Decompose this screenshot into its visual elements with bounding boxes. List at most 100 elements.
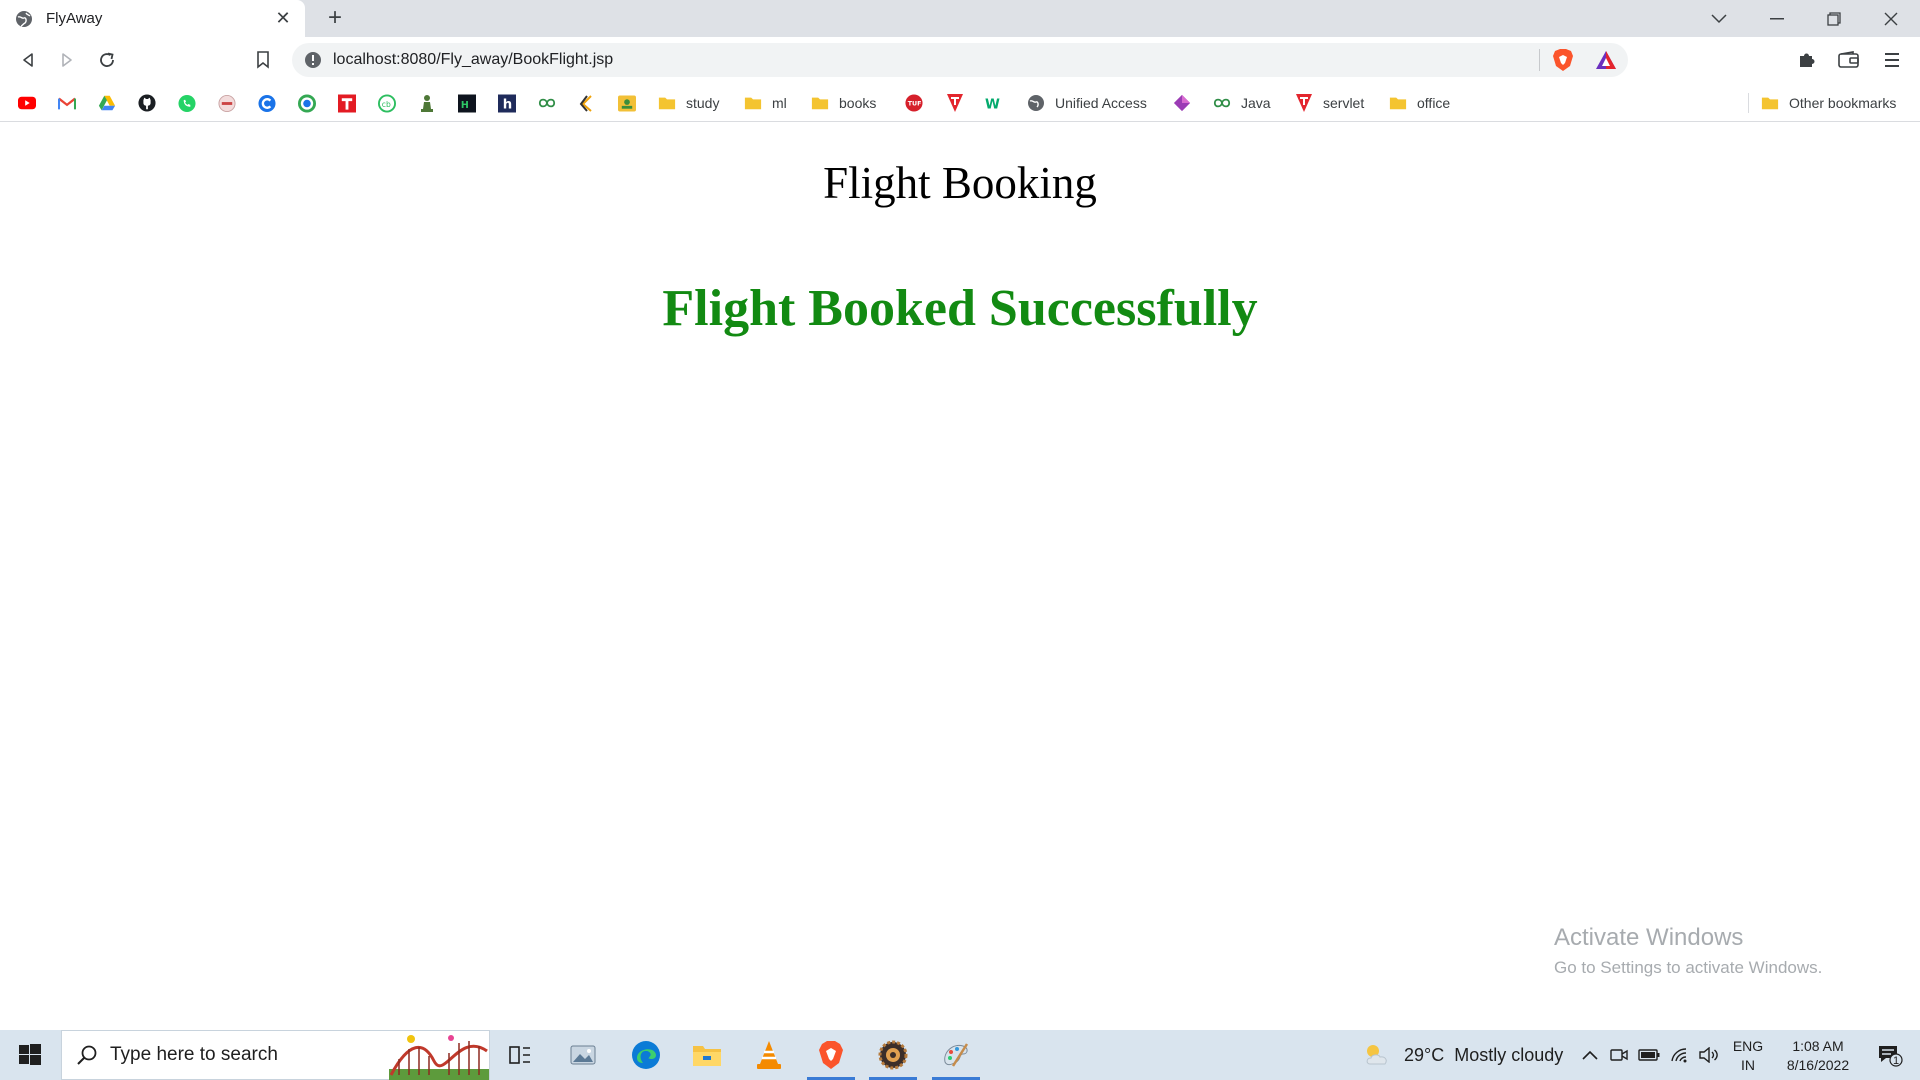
whatsapp-icon (178, 94, 196, 112)
taskbar-app-brave[interactable] (803, 1030, 859, 1080)
brave-icon (819, 1041, 843, 1069)
extensions-puzzle-icon[interactable] (1792, 45, 1822, 75)
bookmark-site-16[interactable] (618, 92, 636, 114)
bookmark-gmail[interactable] (58, 92, 76, 114)
taskbar-app-file-explorer[interactable] (679, 1030, 735, 1080)
tab-search-chevron-icon[interactable] (1690, 0, 1747, 37)
bookmark-github[interactable] (138, 92, 156, 114)
taskbar-app-vlc[interactable] (741, 1030, 797, 1080)
bookmark-site-10[interactable]: cb (378, 92, 396, 114)
svg-text:W: W (985, 96, 1000, 111)
language-code: ENG (1732, 1038, 1764, 1054)
start-button[interactable] (2, 1030, 58, 1080)
bookmark-site-11[interactable] (418, 92, 436, 114)
new-tab-button[interactable]: + (320, 3, 350, 33)
bookmark-gfg[interactable] (538, 92, 556, 114)
bookmark-site-6[interactable] (218, 92, 236, 114)
bookmark-label: Unified Access (1055, 95, 1147, 111)
bookmark-site-diamond[interactable] (1173, 92, 1191, 114)
geeksforgeeks-icon (538, 94, 556, 112)
bookmark-label: servlet (1323, 95, 1365, 111)
battery-icon (1638, 1049, 1660, 1061)
bookmark-folder-ml[interactable]: ml (744, 92, 787, 114)
bookmark-hashnode[interactable]: h (498, 92, 516, 114)
bookmark-w3schools[interactable]: W (985, 92, 1003, 114)
taskbar-search-box[interactable]: Type here to search (61, 1030, 490, 1080)
bookmarks-bar: cb H h study ml books TUF W Unified Acce… (0, 83, 1920, 122)
globe-icon (1027, 94, 1045, 112)
bookmark-site-7[interactable] (258, 92, 276, 114)
url-text: localhost:8080/Fly_away/BookFlight.jsp (333, 51, 614, 68)
bookmark-folder-office[interactable]: office (1389, 92, 1450, 114)
other-bookmarks[interactable]: Other bookmarks (1761, 92, 1896, 114)
forward-button[interactable] (52, 45, 82, 75)
taskbar-app-paint[interactable] (928, 1030, 984, 1080)
t-logo-icon (338, 94, 356, 112)
network-button[interactable] (1667, 1030, 1693, 1080)
bookmark-label: ml (772, 95, 787, 111)
geeksforgeeks-icon (1213, 94, 1231, 112)
bookmark-servlet[interactable]: servlet (1295, 92, 1364, 114)
bookmark-label: office (1417, 95, 1451, 111)
bookmark-whatsapp[interactable] (178, 92, 196, 114)
bookmark-label: study (686, 95, 720, 111)
browser-toolbar: localhost:8080/Fly_away/BookFlight.jsp (0, 37, 1920, 83)
weather-widget[interactable]: 29°C Mostly cloudy (1362, 1030, 1563, 1080)
meet-now-button[interactable] (1607, 1030, 1631, 1080)
bookmark-site-9[interactable] (338, 92, 356, 114)
input-language-indicator[interactable]: ENG IN (1726, 1037, 1770, 1075)
angle-logo-icon (578, 94, 596, 112)
show-hidden-icons-button[interactable] (1578, 1030, 1602, 1080)
brave-shields-icon[interactable] (1548, 45, 1578, 75)
bookmark-site-15[interactable] (578, 92, 596, 114)
reload-button[interactable] (92, 45, 122, 75)
windows-logo-icon (19, 1044, 41, 1065)
image-card-icon (618, 94, 636, 112)
back-button[interactable] (13, 45, 43, 75)
minimize-button[interactable] (1748, 0, 1805, 37)
paint-palette-icon (944, 1043, 969, 1067)
menu-icon[interactable] (1877, 45, 1907, 75)
bookmark-youtube[interactable] (18, 92, 36, 114)
bookmark-label: Java (1241, 95, 1271, 111)
wifi-icon (1671, 1048, 1687, 1063)
taskbar-app-edge[interactable] (618, 1030, 674, 1080)
wallet-icon[interactable] (1834, 45, 1864, 75)
camera-icon (1610, 1049, 1628, 1061)
site-info-icon[interactable] (304, 51, 322, 69)
other-bookmarks-label: Other bookmarks (1789, 95, 1897, 111)
notification-count: 1 (1893, 1055, 1900, 1067)
vlc-icon (757, 1041, 781, 1069)
tab-close-icon[interactable]: ✕ (273, 8, 293, 29)
clock-date: 8/16/2022 (1786, 1057, 1850, 1073)
bookmark-unified-access[interactable]: Unified Access (1027, 92, 1147, 114)
address-bar[interactable]: localhost:8080/Fly_away/BookFlight.jsp (292, 43, 1628, 77)
bookmark-tuf[interactable]: TUF (905, 92, 923, 114)
swirl-logo-icon (298, 94, 316, 112)
battery-button[interactable] (1636, 1030, 1662, 1080)
volume-button[interactable] (1696, 1030, 1722, 1080)
taskbar-app-photos[interactable] (555, 1030, 611, 1080)
restore-button[interactable] (1805, 0, 1862, 37)
bookmark-java[interactable]: Java (1213, 92, 1271, 114)
folder-icon (744, 94, 762, 112)
omnibox-divider (1539, 49, 1540, 71)
taskbar-app-eclipse[interactable] (865, 1030, 921, 1080)
brave-rewards-icon[interactable] (1591, 45, 1621, 75)
action-center-button[interactable]: 1 (1866, 1030, 1914, 1080)
bookmark-icon[interactable] (248, 45, 278, 75)
bookmark-site-t-shield[interactable] (946, 92, 964, 114)
success-message: Flight Booked Successfully (662, 280, 1258, 337)
svg-text:TUF: TUF (908, 101, 922, 108)
browser-tab-flyaway[interactable]: FlyAway ✕ (0, 0, 305, 37)
bookmark-folder-study[interactable]: study (658, 92, 719, 114)
bookmark-hackerrank[interactable]: H (458, 92, 476, 114)
bookmark-folder-books[interactable]: books (811, 92, 876, 114)
close-window-button[interactable] (1862, 0, 1919, 37)
bookmark-drive[interactable] (98, 92, 116, 114)
taskbar-clock[interactable]: 1:08 AM 8/16/2022 (1770, 1037, 1866, 1075)
windows-taskbar: Type here to search 29°C Mostly cloudy E… (0, 1030, 1920, 1080)
bookmark-site-8[interactable] (298, 92, 316, 114)
region-code: IN (1741, 1057, 1755, 1073)
task-view-button[interactable] (492, 1030, 548, 1080)
